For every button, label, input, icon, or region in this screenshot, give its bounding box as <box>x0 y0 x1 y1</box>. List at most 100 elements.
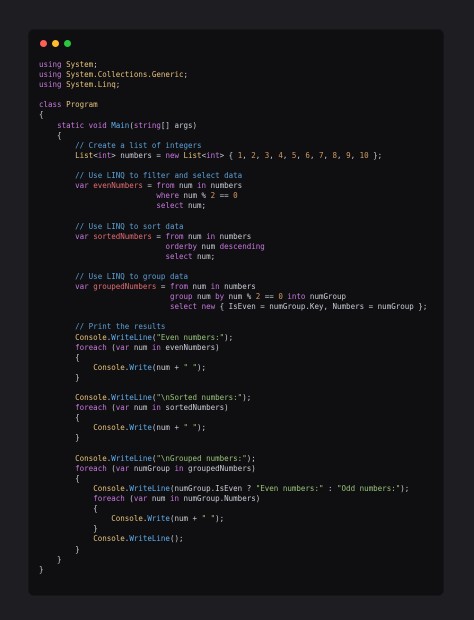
code-token: , <box>350 150 360 160</box>
code-token: } <box>39 544 80 554</box>
code-token: by <box>215 292 225 302</box>
code-token: numGroup <box>305 292 347 302</box>
code-token: Console <box>93 483 125 493</box>
code-token: ); <box>197 362 207 372</box>
code-token: } <box>39 372 80 382</box>
code-token: // Use LINQ to filter and select data <box>75 171 243 181</box>
code-token: : <box>323 483 338 493</box>
code-line: foreach (var numGroup in groupedNumbers) <box>39 464 427 474</box>
code-token: ); <box>400 483 410 493</box>
code-token: ); <box>246 453 256 463</box>
code-token: numbers <box>219 282 256 292</box>
code-token: }; <box>368 150 383 160</box>
code-token: Console <box>93 423 125 433</box>
code-line: where num % 2 == 0 <box>39 191 427 201</box>
code-token: numbers <box>206 181 243 191</box>
code-line: static void Main(string[] args) <box>39 121 427 131</box>
code-token: == <box>260 292 279 302</box>
code-token: { <box>39 413 80 423</box>
code-token: orderby <box>165 241 198 251</box>
code-token: Console <box>93 362 125 372</box>
close-button[interactable] <box>40 40 47 47</box>
code-token: class <box>39 100 62 110</box>
code-token: ; <box>93 60 98 69</box>
code-token: new <box>165 150 179 160</box>
code-token: sortedNumbers) <box>160 403 229 413</box>
code-token: Main <box>111 120 130 130</box>
code-token: WriteLine <box>111 332 152 342</box>
code-line: foreach (var num in sortedNumbers) <box>39 403 427 413</box>
code-line: var sortedNumbers = from num in numbers <box>39 232 427 242</box>
code-token: (num + <box>169 514 202 524</box>
code-line: foreach (var num in numGroup.Numbers) <box>39 494 427 504</box>
code-token: from <box>165 231 184 241</box>
code-token: descending <box>219 241 265 251</box>
code-block[interactable]: using System; using System.Collections.Ge… <box>39 60 427 575</box>
code-line: } <box>39 545 427 555</box>
code-token: var <box>115 342 130 352</box>
code-token: > { <box>219 150 238 160</box>
code-token: from <box>169 282 189 292</box>
code-token: groupedNumbers) <box>183 463 256 473</box>
code-line: Console.Write(num + " "); <box>39 363 427 373</box>
code-token: System.Linq <box>66 80 116 90</box>
code-token: foreach <box>93 494 125 504</box>
code-token: var <box>133 494 148 504</box>
code-line: // Use LINQ to filter and select data <box>39 171 427 181</box>
code-token: , <box>309 150 319 160</box>
code-token: } <box>39 554 62 564</box>
code-token: var <box>75 181 89 191</box>
code-token: Program <box>66 100 98 110</box>
code-line: Console.Write(num + " "); <box>39 514 427 524</box>
code-token: var <box>115 403 130 413</box>
code-token: , <box>337 150 347 160</box>
maximize-button[interactable] <box>64 40 71 47</box>
code-line: List<int> numbers = new List<int> { 1, 2… <box>39 151 427 161</box>
code-token: ); <box>242 393 252 403</box>
code-token: var <box>75 282 89 292</box>
code-token: System <box>66 60 94 69</box>
code-token: num <box>183 231 207 241</box>
code-token: int <box>206 150 220 160</box>
code-line: { <box>39 474 427 484</box>
code-token: // Use LINQ to sort data <box>75 221 184 231</box>
code-token: num <box>188 282 211 292</box>
code-token: } <box>39 433 80 443</box>
code-token: static <box>57 120 85 130</box>
code-token: System.Collections.Generic <box>66 70 184 80</box>
code-token: " " <box>183 362 198 372</box>
code-token: ); <box>197 423 207 433</box>
code-token: from <box>156 181 175 191</box>
code-line: ​ <box>39 211 427 221</box>
code-token: { <box>39 504 98 514</box>
minimize-button[interactable] <box>52 40 59 47</box>
window-controls <box>40 40 71 47</box>
code-token: } <box>39 564 44 574</box>
code-token: Console <box>75 453 107 463</box>
code-line: ​ <box>39 312 427 322</box>
code-token: ); <box>224 332 234 342</box>
code-token: { <box>39 473 80 483</box>
code-line: group num by num % 2 == 0 into numGroup <box>39 292 427 302</box>
code-token: using <box>39 80 62 90</box>
code-token: WriteLine <box>111 453 152 463</box>
code-token: [] args) <box>160 120 198 130</box>
code-token: var <box>75 231 89 241</box>
code-token: num <box>197 241 220 251</box>
code-token: , <box>255 150 265 160</box>
code-line: ​ <box>39 444 427 454</box>
code-token: 10 <box>359 150 369 160</box>
